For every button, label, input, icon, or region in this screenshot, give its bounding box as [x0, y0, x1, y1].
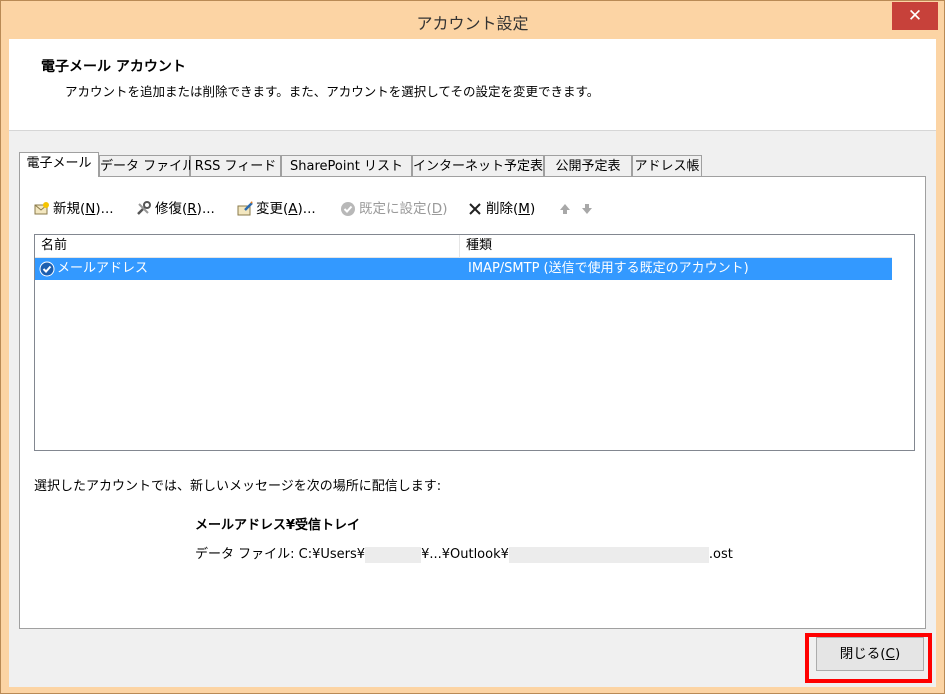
column-header-name[interactable]: 名前 — [35, 235, 459, 257]
repair-button[interactable]: 修復(R)... — [136, 199, 215, 219]
account-type-cell: IMAP/SMTP (送信で使用する既定のアカウント) — [468, 261, 749, 276]
window-close-button[interactable]: ✕ — [892, 2, 938, 30]
accounts-list[interactable]: 名前 種類 メールアドレス IMAP/SMTP (送信で使用する既定のアカウント… — [34, 234, 915, 451]
repair-key: R — [187, 201, 197, 217]
new-account-label: 新規( — [53, 201, 86, 217]
data-file-path: データ ファイル: C:¥Users¥ ¥...¥Outlook¥ .ost — [195, 543, 733, 563]
close-button[interactable]: 閉じる(C) — [816, 637, 924, 671]
accounts-list-scrollbar[interactable] — [892, 235, 914, 450]
new-account-button[interactable]: 新規(N)... — [34, 199, 114, 219]
new-account-suffix: )... — [95, 201, 114, 217]
account-settings-window: アカウント設定 ✕ 電子メール アカウント アカウントを追加または削除できます。… — [0, 0, 945, 694]
data-file-suffix: .ost — [708, 547, 733, 562]
delete-x-icon — [467, 201, 483, 217]
set-default-label: 既定に設定( — [359, 201, 432, 217]
tab-email[interactable]: 電子メール — [19, 152, 99, 177]
redacted-filename — [508, 546, 709, 563]
accounts-list-header: 名前 種類 — [35, 235, 892, 258]
tab-published-calendars[interactable]: 公開予定表 — [544, 155, 632, 176]
table-row[interactable]: メールアドレス IMAP/SMTP (送信で使用する既定のアカウント) — [35, 258, 892, 280]
delivery-location-label: 選択したアカウントでは、新しいメッセージを次の場所に配信します: — [34, 479, 442, 494]
account-name-cell: メールアドレス — [57, 261, 149, 276]
header-description: アカウントを追加または削除できます。また、アカウントを選択してその設定を変更でき… — [65, 84, 600, 99]
default-account-check-icon — [39, 261, 55, 277]
delete-button[interactable]: 削除(M) — [467, 199, 535, 219]
set-default-key: D — [431, 201, 443, 217]
new-account-icon — [34, 201, 50, 217]
set-default-suffix: ) — [442, 201, 448, 217]
arrow-up-icon — [557, 201, 573, 217]
tab-address-books[interactable]: アドレス帳 — [632, 155, 702, 176]
change-button[interactable]: 変更(A)... — [237, 199, 316, 219]
dialog-client-area: 電子メール アカウント アカウントを追加または削除できます。また、アカウントを選… — [9, 39, 936, 687]
delete-key: M — [518, 201, 530, 217]
tab-data-files[interactable]: データ ファイル — [99, 155, 195, 176]
check-default-icon — [340, 201, 356, 217]
close-button-label: 閉じる( — [839, 646, 886, 662]
title-bar[interactable]: アカウント設定 ✕ — [1, 1, 944, 39]
column-header-type[interactable]: 種類 — [460, 235, 892, 257]
change-label: 変更( — [256, 201, 289, 217]
change-suffix: )... — [297, 201, 316, 217]
tab-internet-calendars[interactable]: インターネット予定表 — [412, 155, 544, 176]
email-tab-panel: 新規(N)... 修復(R)... 変更(A)... 既定に設定(D) 削除(M… — [19, 176, 926, 629]
move-up-button[interactable] — [557, 199, 576, 219]
close-button-key: C — [885, 646, 895, 662]
window-title: アカウント設定 — [416, 14, 529, 33]
delete-label: 削除( — [486, 201, 519, 217]
tab-sharepoint-lists[interactable]: SharePoint リスト — [281, 155, 412, 176]
tab-rss-feeds[interactable]: RSS フィード — [190, 155, 281, 176]
redacted-username — [365, 546, 422, 563]
repair-icon — [136, 201, 152, 217]
delete-suffix: ) — [529, 201, 536, 217]
delivery-folder: メールアドレス¥受信トレイ — [195, 518, 361, 533]
header-title: 電子メール アカウント — [41, 59, 186, 75]
new-account-key: N — [85, 201, 96, 217]
arrow-down-icon — [579, 201, 595, 217]
repair-suffix: )... — [196, 201, 215, 217]
change-icon — [237, 201, 253, 217]
move-down-button[interactable] — [579, 199, 598, 219]
repair-label: 修復( — [155, 201, 188, 217]
set-default-button[interactable]: 既定に設定(D) — [340, 199, 447, 219]
close-button-suffix: ) — [894, 646, 901, 662]
header-panel: 電子メール アカウント アカウントを追加または削除できます。また、アカウントを選… — [9, 39, 936, 131]
data-file-mid: ¥...¥Outlook¥ — [421, 547, 509, 562]
change-key: A — [288, 201, 298, 217]
data-file-prefix: データ ファイル: C:¥Users¥ — [195, 547, 366, 562]
